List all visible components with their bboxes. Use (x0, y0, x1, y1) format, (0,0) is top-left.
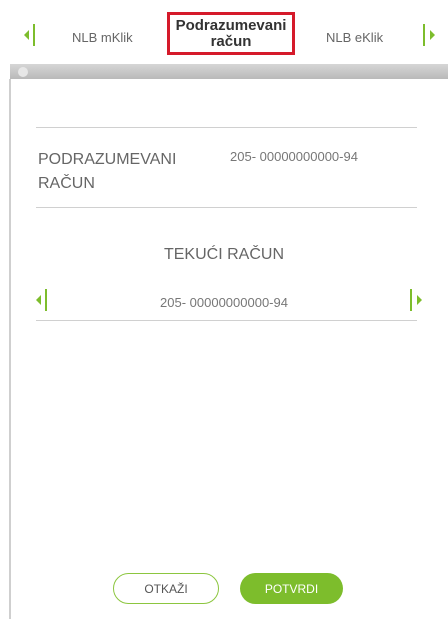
divider-top (36, 127, 417, 128)
confirm-button[interactable]: POTVRDI (240, 573, 343, 604)
current-account-value: 205- 00000000000-94 (160, 295, 288, 310)
tab-bar: NLB mKlik Podrazumevani račun NLB eKlik (0, 0, 448, 64)
divider-account (36, 320, 417, 321)
chevron-right-icon[interactable] (423, 24, 437, 46)
cancel-button[interactable]: OTKAŽI (113, 573, 219, 604)
left-border (9, 79, 11, 619)
tab-nlb-eklik[interactable]: NLB eKlik (326, 30, 383, 45)
chevron-left-icon[interactable] (24, 24, 38, 46)
tab-default-account[interactable]: Podrazumevani račun (167, 12, 295, 55)
current-account-title: TEKUĆI RAČUN (163, 246, 284, 263)
default-account-label: PODRAZUMEVANI RAČUN (38, 151, 177, 192)
default-account-value: 205- 00000000000-94 (230, 149, 358, 164)
chevron-right-icon[interactable] (410, 289, 424, 311)
header-divider (10, 64, 448, 79)
tab-nlb-mklik[interactable]: NLB mKlik (72, 30, 133, 45)
divider-middle (36, 207, 417, 208)
